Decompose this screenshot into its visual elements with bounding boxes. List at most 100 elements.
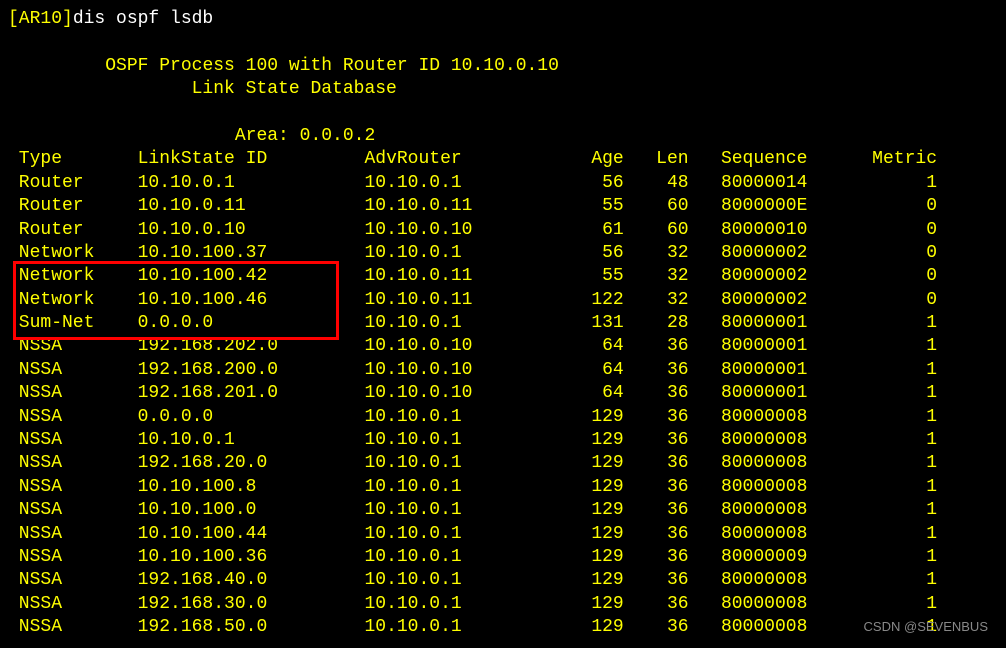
cell-type: Router: [8, 195, 138, 218]
cell-adv: 10.10.0.10: [364, 382, 548, 405]
cell-type: NSSA: [8, 429, 138, 452]
cell-ls: 10.10.100.37: [138, 242, 365, 265]
cell-metric: 1: [851, 406, 937, 429]
cell-seq: 80000008: [689, 523, 851, 546]
cell-metric: 0: [851, 242, 937, 265]
cell-ls: 192.168.200.0: [138, 359, 365, 382]
cell-age: 129: [548, 523, 624, 546]
cell-len: 48: [624, 172, 689, 195]
cell-len: 60: [624, 219, 689, 242]
lsdb-header-line: Link State Database: [8, 78, 998, 101]
cell-seq: 80000002: [689, 242, 851, 265]
cell-len: 36: [624, 569, 689, 592]
cell-type: NSSA: [8, 382, 138, 405]
col-header-type: Type: [8, 148, 138, 171]
cell-adv: 10.10.0.11: [364, 195, 548, 218]
col-header-ls: LinkState ID: [138, 148, 365, 171]
cell-seq: 80000001: [689, 382, 851, 405]
cell-age: 129: [548, 616, 624, 639]
col-header-adv: AdvRouter: [364, 148, 548, 171]
cell-type: Network: [8, 242, 138, 265]
table-row: NSSA 10.10.100.8 10.10.0.1 129 36 800000…: [8, 476, 937, 499]
cell-adv: 10.10.0.1: [364, 523, 548, 546]
cell-len: 36: [624, 593, 689, 616]
cell-type: Network: [8, 265, 138, 288]
cell-len: 36: [624, 429, 689, 452]
cell-age: 129: [548, 499, 624, 522]
cell-metric: 1: [851, 452, 937, 475]
cell-adv: 10.10.0.1: [364, 499, 548, 522]
cell-type: NSSA: [8, 499, 138, 522]
table-row: Router 10.10.0.11 10.10.0.11 55 60 80000…: [8, 195, 937, 218]
lsdb-table: Type LinkState ID AdvRouter Age Len Sequ…: [8, 148, 937, 639]
cell-adv: 10.10.0.1: [364, 452, 548, 475]
cell-adv: 10.10.0.1: [364, 429, 548, 452]
cell-type: NSSA: [8, 523, 138, 546]
device-prompt: [AR10]: [8, 9, 73, 29]
cell-seq: 80000002: [689, 289, 851, 312]
table-row: Sum-Net 0.0.0.0 10.10.0.1 131 28 8000000…: [8, 312, 937, 335]
cell-ls: 10.10.0.10: [138, 219, 365, 242]
cell-age: 131: [548, 312, 624, 335]
table-row: NSSA 10.10.100.36 10.10.0.1 129 36 80000…: [8, 546, 937, 569]
cell-len: 36: [624, 499, 689, 522]
cell-adv: 10.10.0.1: [364, 569, 548, 592]
cell-ls: 10.10.0.1: [138, 429, 365, 452]
cell-ls: 10.10.100.36: [138, 546, 365, 569]
cell-len: 36: [624, 523, 689, 546]
cell-ls: 10.10.100.42: [138, 265, 365, 288]
table-row: NSSA 10.10.0.1 10.10.0.1 129 36 80000008…: [8, 429, 937, 452]
cell-type: NSSA: [8, 569, 138, 592]
cell-age: 129: [548, 546, 624, 569]
table-row: Network 10.10.100.46 10.10.0.11 122 32 8…: [8, 289, 937, 312]
cell-seq: 80000008: [689, 476, 851, 499]
cell-age: 64: [548, 359, 624, 382]
cell-ls: 10.10.100.8: [138, 476, 365, 499]
cell-len: 32: [624, 242, 689, 265]
cell-age: 129: [548, 452, 624, 475]
cell-seq: 80000001: [689, 312, 851, 335]
cell-type: Network: [8, 289, 138, 312]
cell-type: NSSA: [8, 616, 138, 639]
cell-ls: 192.168.50.0: [138, 616, 365, 639]
cell-ls: 192.168.20.0: [138, 452, 365, 475]
cell-seq: 80000001: [689, 359, 851, 382]
cell-seq: 8000000E: [689, 195, 851, 218]
cell-adv: 10.10.0.1: [364, 406, 548, 429]
table-row: NSSA 192.168.50.0 10.10.0.1 129 36 80000…: [8, 616, 937, 639]
cell-age: 64: [548, 335, 624, 358]
cell-age: 122: [548, 289, 624, 312]
cell-len: 36: [624, 359, 689, 382]
cell-age: 61: [548, 219, 624, 242]
cell-metric: 0: [851, 219, 937, 242]
cell-metric: 1: [851, 593, 937, 616]
cell-seq: 80000010: [689, 219, 851, 242]
blank-line: [8, 31, 998, 54]
cell-age: 55: [548, 265, 624, 288]
table-row: NSSA 192.168.201.0 10.10.0.10 64 36 8000…: [8, 382, 937, 405]
cell-len: 36: [624, 476, 689, 499]
cell-ls: 10.10.0.1: [138, 172, 365, 195]
table-row: Router 10.10.0.10 10.10.0.10 61 60 80000…: [8, 219, 937, 242]
cell-adv: 10.10.0.1: [364, 593, 548, 616]
table-row: NSSA 192.168.202.0 10.10.0.10 64 36 8000…: [8, 335, 937, 358]
cell-age: 56: [548, 172, 624, 195]
table-row: Network 10.10.100.37 10.10.0.1 56 32 800…: [8, 242, 937, 265]
cell-adv: 10.10.0.10: [364, 335, 548, 358]
area-line: Area: 0.0.0.2: [8, 125, 998, 148]
cell-len: 28: [624, 312, 689, 335]
cell-seq: 80000008: [689, 429, 851, 452]
cell-age: 129: [548, 429, 624, 452]
col-header-age: Age: [548, 148, 624, 171]
cell-len: 36: [624, 335, 689, 358]
cell-metric: 1: [851, 499, 937, 522]
cell-len: 36: [624, 452, 689, 475]
cell-adv: 10.10.0.10: [364, 219, 548, 242]
cell-ls: 10.10.100.44: [138, 523, 365, 546]
cell-seq: 80000002: [689, 265, 851, 288]
cell-metric: 1: [851, 546, 937, 569]
prompt-line[interactable]: [AR10]dis ospf lsdb: [8, 8, 998, 31]
cell-seq: 80000008: [689, 499, 851, 522]
cell-type: Router: [8, 219, 138, 242]
cell-adv: 10.10.0.1: [364, 172, 548, 195]
